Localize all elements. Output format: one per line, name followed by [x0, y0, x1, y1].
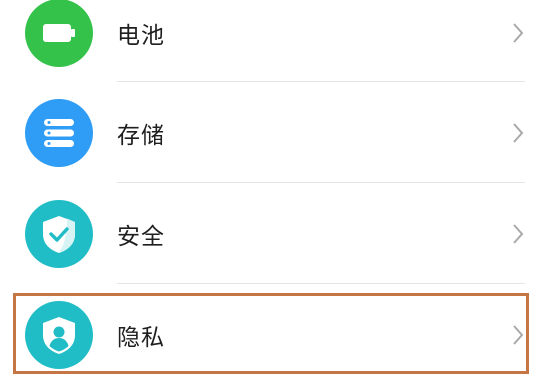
- settings-item-label: 隐私: [117, 324, 165, 351]
- settings-list: 电池 存储 安全 隐私: [0, 0, 547, 381]
- settings-item-label: 存储: [117, 122, 165, 149]
- storage-icon: [25, 98, 93, 167]
- chevron-right-icon: [513, 22, 524, 43]
- security-shield-icon: [25, 199, 93, 268]
- settings-item-storage[interactable]: 存储: [0, 82, 547, 183]
- settings-item-label: 电池: [117, 22, 165, 49]
- chevron-right-icon: [513, 324, 524, 345]
- battery-icon: [25, 0, 93, 67]
- settings-item-battery[interactable]: 电池: [0, 0, 547, 83]
- settings-item-security[interactable]: 安全: [0, 183, 547, 284]
- settings-item-label: 安全: [117, 223, 165, 250]
- privacy-icon: [25, 300, 93, 369]
- settings-item-privacy[interactable]: 隐私: [0, 284, 547, 381]
- chevron-right-icon: [513, 223, 524, 244]
- chevron-right-icon: [513, 122, 524, 143]
